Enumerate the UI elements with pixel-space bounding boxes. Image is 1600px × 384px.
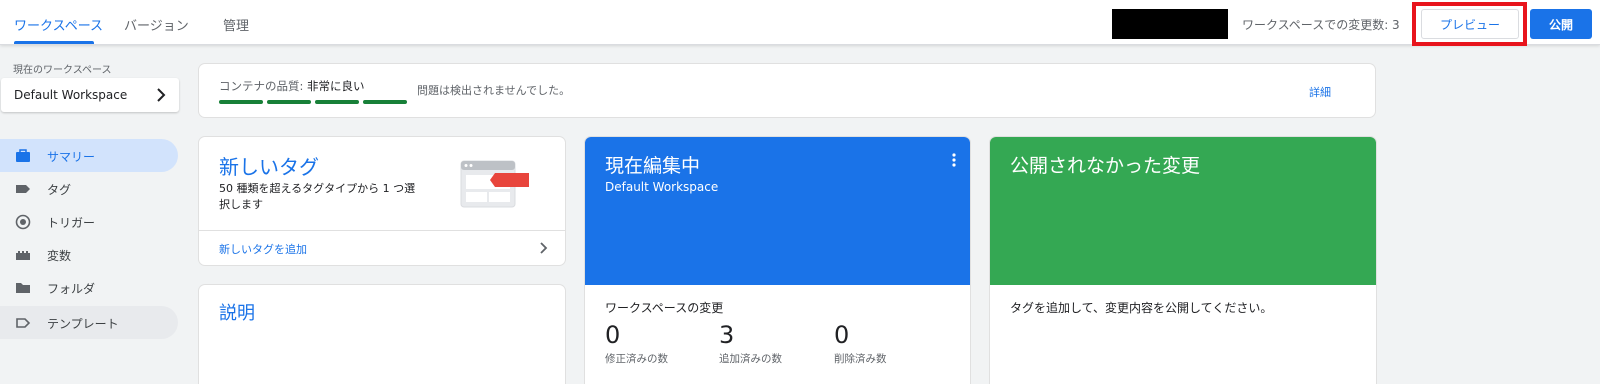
trigger-icon [15, 214, 31, 230]
sidebar-item-variables[interactable]: 変数 [0, 238, 178, 271]
redacted-container-name [1112, 9, 1228, 39]
unpublished-message: タグを追加して、変更内容を公開してください。 [1010, 301, 1273, 315]
details-link[interactable]: 詳細 [1309, 84, 1331, 100]
stat-label: 修正済みの数 [605, 353, 668, 365]
quality-bar [363, 100, 407, 104]
container-quality-card: コンテナの品質: 非常に良い 問題は検出されませんでした。 詳細 [199, 64, 1375, 117]
more-vert-icon[interactable] [952, 153, 956, 167]
sidebar-item-triggers[interactable]: トリガー [0, 205, 178, 238]
added-stat: 3 追加済みの数 [719, 321, 782, 366]
new-tag-title: 新しいタグ [219, 155, 319, 179]
currently-editing-title: 現在編集中 [605, 155, 701, 177]
deleted-stat: 0 削除済み数 [834, 321, 887, 366]
workspace-changes-label: ワークスペースの変更 [605, 301, 724, 315]
quality-label-text: コンテナの品質: [219, 79, 308, 93]
sidebar-item-label: タグ [47, 183, 72, 197]
stat-value: 0 [605, 321, 621, 349]
currently-editing-card: 現在編集中 Default Workspace ワークスペースの変更 0 修正済… [585, 137, 970, 384]
quality-message: 問題は検出されませんでした。 [417, 84, 571, 97]
tab-admin[interactable]: 管理 [223, 15, 249, 34]
template-icon [16, 318, 31, 328]
editing-workspace-name: Default Workspace [605, 180, 719, 194]
top-bar: ワークスペース バージョン 管理 ワークスペースでの変更数: 3 プレビュー 公… [0, 0, 1600, 46]
sidebar-item-summary[interactable]: サマリー [0, 139, 178, 172]
sidebar-item-label: フォルダ [47, 282, 96, 296]
tag-illustration-icon [460, 160, 529, 208]
current-workspace-label: 現在のワークスペース [13, 65, 112, 76]
container-quality-label: コンテナの品質: 非常に良い [219, 78, 365, 94]
quality-bar [267, 100, 311, 104]
preview-highlight-box [1412, 2, 1527, 46]
stat-label: 削除済み数 [834, 353, 887, 365]
workspace-selector[interactable]: Default Workspace [1, 78, 179, 112]
tab-workspace[interactable]: ワークスペース [14, 15, 103, 34]
chevron-right-icon[interactable] [539, 241, 549, 255]
briefcase-icon [16, 149, 30, 162]
unpublished-changes-card: 公開されなかった変更 タグを追加して、変更内容を公開してください。 [990, 137, 1376, 384]
modified-stat: 0 修正済みの数 [605, 321, 668, 366]
active-tab-indicator [14, 41, 94, 44]
tab-versions[interactable]: バージョン [124, 15, 189, 34]
unpublished-card-header: 公開されなかった変更 [990, 137, 1376, 285]
new-tag-description: 50 種類を超えるタグタイプから 1 つ選択します [219, 182, 416, 211]
quality-bar [219, 100, 263, 104]
quality-value: 非常に良い [307, 79, 365, 93]
unpublished-changes-title: 公開されなかった変更 [1010, 155, 1201, 177]
sidebar-item-label: サマリー [47, 150, 96, 164]
card-divider [199, 230, 565, 231]
editing-card-header: 現在編集中 Default Workspace [585, 137, 970, 285]
sidebar-item-label: 変数 [47, 249, 72, 263]
quality-bar [315, 100, 359, 104]
sidebar-item-templates[interactable]: テンプレート [0, 306, 178, 339]
stat-label: 追加済みの数 [719, 353, 782, 365]
description-title: 説明 [219, 303, 255, 324]
workspace-name: Default Workspace [14, 88, 128, 102]
publish-button[interactable]: 公開 [1530, 9, 1592, 39]
stat-value: 0 [834, 321, 850, 349]
sidebar-item-label: トリガー [47, 216, 96, 230]
add-new-tag-link[interactable]: 新しいタグを追加 [219, 241, 307, 257]
chevron-right-icon [157, 88, 166, 102]
tag-icon [16, 185, 30, 193]
sidebar-item-label: テンプレート [47, 317, 119, 331]
sidebar-item-folders[interactable]: フォルダ [0, 271, 178, 304]
folder-icon [16, 283, 30, 293]
quality-meter [219, 100, 407, 104]
new-tag-card: 新しいタグ 50 種類を超えるタグタイプから 1 つ選択します 新しいタグを追加 [199, 137, 565, 265]
stat-value: 3 [719, 321, 735, 349]
variable-icon [16, 251, 30, 260]
sidebar-item-tags[interactable]: タグ [0, 172, 178, 205]
description-card: 説明 [199, 285, 565, 384]
workspace-change-count: ワークスペースでの変更数: 3 [1242, 18, 1400, 32]
